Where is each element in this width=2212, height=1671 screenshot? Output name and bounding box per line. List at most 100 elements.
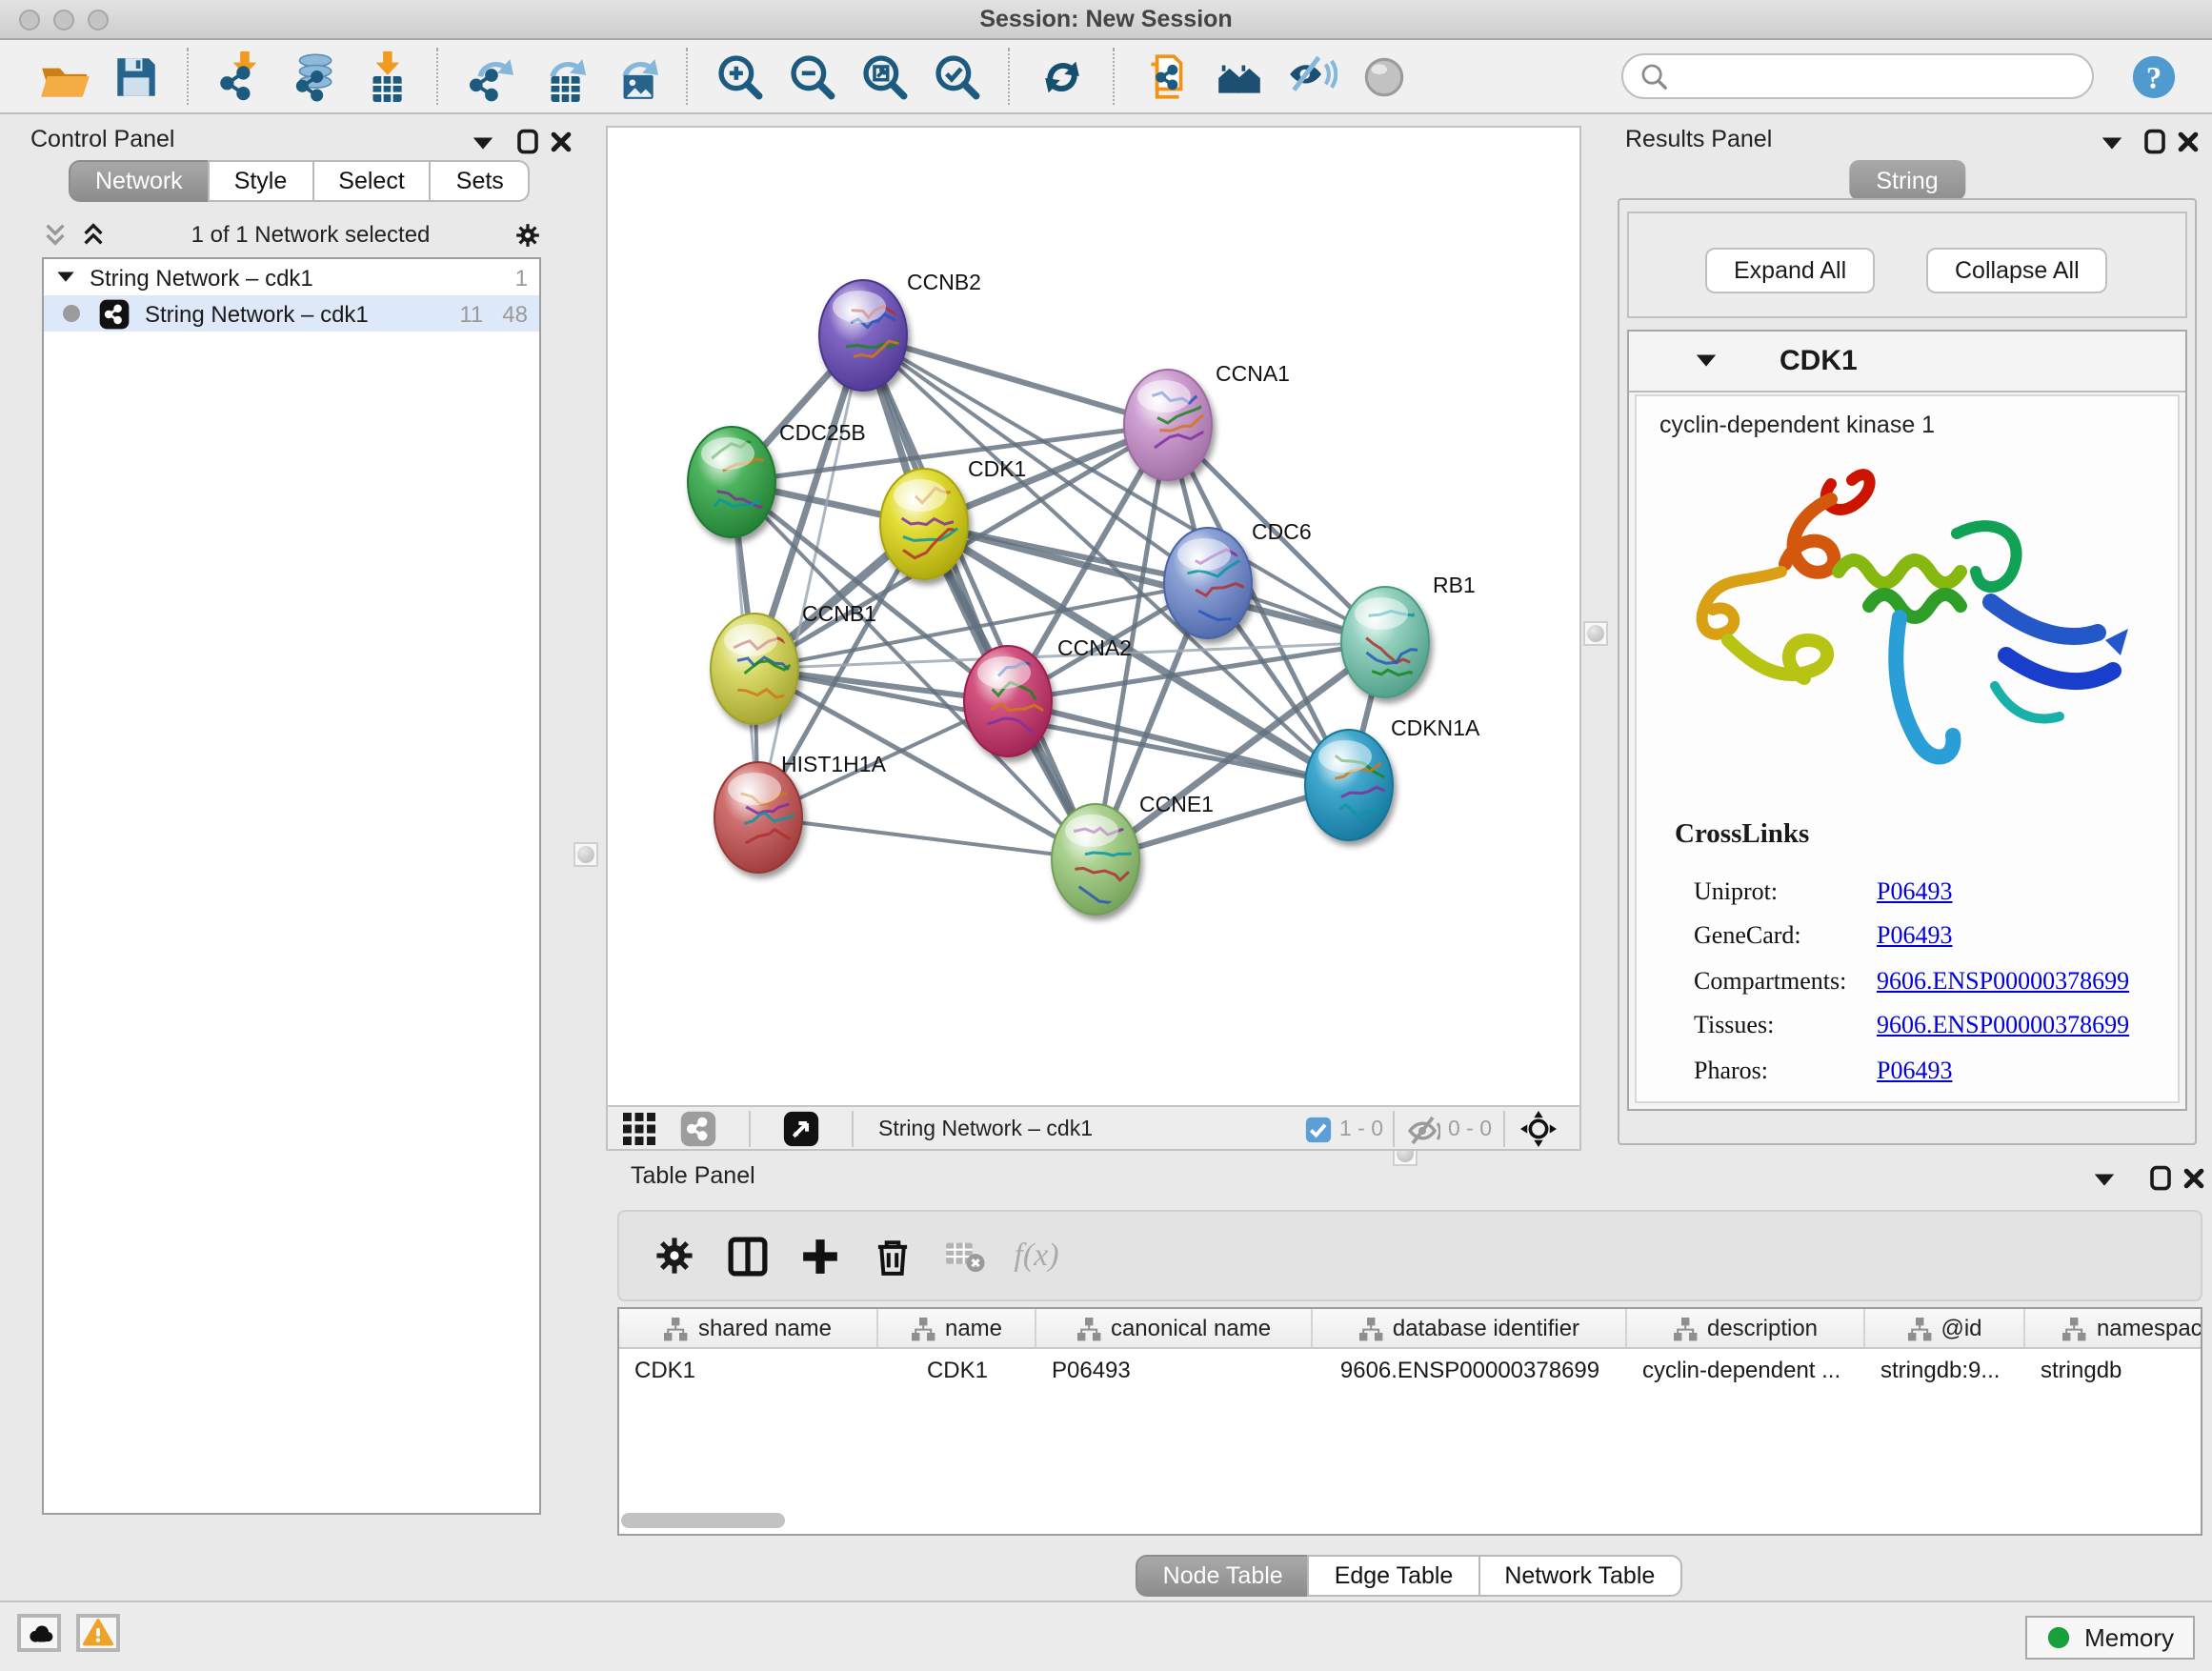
chevrons-up-icon[interactable]: [80, 221, 107, 248]
node-table[interactable]: shared namenamecanonical namedatabase id…: [617, 1307, 2202, 1536]
control-panel-menu-icon[interactable]: [469, 130, 495, 156]
crosslink-link[interactable]: P06493: [1877, 876, 1952, 907]
show-eye-button[interactable]: [1351, 46, 1416, 107]
tab-select[interactable]: Select: [312, 160, 432, 202]
help-button[interactable]: ?: [2121, 46, 2185, 107]
crosslink-link[interactable]: P06493: [1877, 1056, 1952, 1086]
column-header-shared-name[interactable]: shared name: [619, 1309, 878, 1347]
node-CCNB1[interactable]: CCNB1: [711, 601, 876, 724]
table-row[interactable]: CDK1CDK1P064939606.ENSP00000378699cyclin…: [619, 1349, 2201, 1389]
hide-panels-icon: [1285, 50, 1337, 102]
import-table-button[interactable]: [352, 46, 417, 107]
table-gear-icon[interactable]: [646, 1227, 703, 1284]
cloud-button[interactable]: [17, 1614, 61, 1652]
share-document-button[interactable]: [1134, 46, 1198, 107]
search-box[interactable]: [1621, 53, 2094, 99]
node-CCNE1[interactable]: CCNE1: [1052, 792, 1214, 915]
cell-@id[interactable]: stringdb:9...: [1865, 1349, 2025, 1389]
table-panel-close-icon[interactable]: [2180, 1164, 2206, 1191]
chevrons-down-icon[interactable]: [42, 221, 69, 248]
grid-view-icon[interactable]: [623, 1107, 655, 1151]
cell-namespace[interactable]: stringdb: [2025, 1349, 2202, 1389]
crosslink-link[interactable]: 9606.ENSP00000378699: [1877, 966, 2129, 997]
add-column-icon[interactable]: [791, 1227, 848, 1284]
search-input[interactable]: [1671, 61, 2077, 91]
cell-shared-name[interactable]: CDK1: [619, 1349, 878, 1389]
network-collection-row[interactable]: String Network – cdk1 1: [44, 259, 539, 295]
results-panel-close-icon[interactable]: [2174, 128, 2201, 154]
tab-network[interactable]: Network: [69, 160, 210, 202]
crosslink-link[interactable]: 9606.ENSP00000378699: [1877, 1011, 2129, 1041]
network-row[interactable]: String Network – cdk1 11 48: [44, 295, 539, 332]
tab-string[interactable]: String: [1849, 160, 1964, 200]
open-in-new-icon[interactable]: [783, 1107, 819, 1151]
tree-icon: [2062, 1316, 2087, 1340]
export-network-button[interactable]: [457, 46, 522, 107]
column-header-name[interactable]: name: [878, 1309, 1036, 1347]
title-bar: Session: New Session: [0, 0, 2212, 40]
edge-CCNB2-CCNE1[interactable]: [863, 335, 1096, 859]
export-image-button[interactable]: [602, 46, 667, 107]
control-panel-close-icon[interactable]: [547, 128, 573, 154]
import-database-button[interactable]: [280, 46, 345, 107]
birdseye-icon[interactable]: [1520, 1107, 1557, 1151]
right-splitter-handle[interactable]: [1583, 621, 1608, 646]
tab-style[interactable]: Style: [208, 160, 314, 202]
control-panel-float-icon[interactable]: [514, 128, 541, 154]
export-table-button[interactable]: [530, 46, 594, 107]
edge-HIST1H1A-CCNE1[interactable]: [758, 817, 1096, 859]
zoom-out-button[interactable]: [779, 46, 844, 107]
string-badge-gray-icon[interactable]: [680, 1107, 716, 1151]
column-header-description[interactable]: description: [1627, 1309, 1865, 1347]
table-hscrollbar[interactable]: [621, 1513, 785, 1528]
open-session-button[interactable]: [30, 46, 95, 107]
table-tabs: Node TableEdge TableNetwork Table: [606, 1555, 2212, 1597]
column-header-canonical-name[interactable]: canonical name: [1036, 1309, 1313, 1347]
results-panel-float-icon[interactable]: [2142, 128, 2168, 154]
zoom-selected-button[interactable]: [924, 46, 989, 107]
cell-database-identifier[interactable]: 9606.ENSP00000378699: [1313, 1349, 1627, 1389]
cell-canonical-name[interactable]: P06493: [1036, 1349, 1313, 1389]
hidden-eye-icon[interactable]: [1406, 1107, 1440, 1151]
collapse-triangle-icon[interactable]: [55, 267, 82, 288]
column-header-@id[interactable]: @id: [1865, 1309, 2025, 1347]
expand-all-button[interactable]: Expand All: [1705, 248, 1875, 293]
node-RB1[interactable]: RB1: [1341, 573, 1476, 697]
column-header-namespace[interactable]: namespace: [2025, 1309, 2202, 1347]
refresh-layout-button[interactable]: [1029, 46, 1094, 107]
tab-node-table[interactable]: Node Table: [1136, 1555, 1310, 1597]
results-panel-menu-icon[interactable]: [2098, 130, 2124, 156]
gene-section-header[interactable]: CDK1: [1629, 332, 2185, 393]
cell-description[interactable]: cyclin-dependent ...: [1627, 1349, 1865, 1389]
tab-edge-table[interactable]: Edge Table: [1308, 1555, 1480, 1597]
node-CCNB2[interactable]: CCNB2: [819, 270, 981, 391]
selected-checkbox-icon[interactable]: [1305, 1107, 1332, 1151]
tab-sets[interactable]: Sets: [430, 160, 531, 202]
memory-status-icon: [2046, 1625, 2071, 1650]
node-CDK1[interactable]: CDK1: [880, 456, 1026, 579]
crosslink-link[interactable]: P06493: [1877, 921, 1952, 952]
gear-icon[interactable]: [514, 221, 541, 248]
table-panel-menu-icon[interactable]: [2090, 1166, 2117, 1193]
save-session-button[interactable]: [103, 46, 168, 107]
hide-panels-button[interactable]: [1278, 46, 1343, 107]
network-canvas[interactable]: CCNB2CCNA1CDC25BCDK1CDC6RB1CCNB1CCNA2CDK…: [608, 128, 1579, 1105]
node-CDKN1A[interactable]: CDKN1A: [1305, 715, 1480, 840]
column-header-database-identifier[interactable]: database identifier: [1313, 1309, 1627, 1347]
collapse-all-button[interactable]: Collapse All: [1926, 248, 2108, 293]
network-view[interactable]: CCNB2CCNA1CDC25BCDK1CDC6RB1CCNB1CCNA2CDK…: [606, 126, 1581, 1151]
left-splitter-handle[interactable]: [573, 842, 598, 867]
home-button[interactable]: [1206, 46, 1271, 107]
table-columns-icon[interactable]: [718, 1227, 775, 1284]
tab-network-table[interactable]: Network Table: [1478, 1555, 1681, 1597]
import-network-button[interactable]: [208, 46, 272, 107]
warning-button[interactable]: [76, 1614, 120, 1652]
node-HIST1H1A[interactable]: HIST1H1A: [714, 752, 887, 873]
delete-column-icon[interactable]: [863, 1227, 920, 1284]
memory-button[interactable]: Memory: [2025, 1616, 2195, 1660]
collapse-triangle-icon[interactable]: [1694, 349, 1719, 373]
zoom-fit-button[interactable]: [852, 46, 916, 107]
zoom-in-button[interactable]: [707, 46, 772, 107]
table-panel-float-icon[interactable]: [2147, 1164, 2174, 1191]
cell-name[interactable]: CDK1: [878, 1349, 1036, 1389]
